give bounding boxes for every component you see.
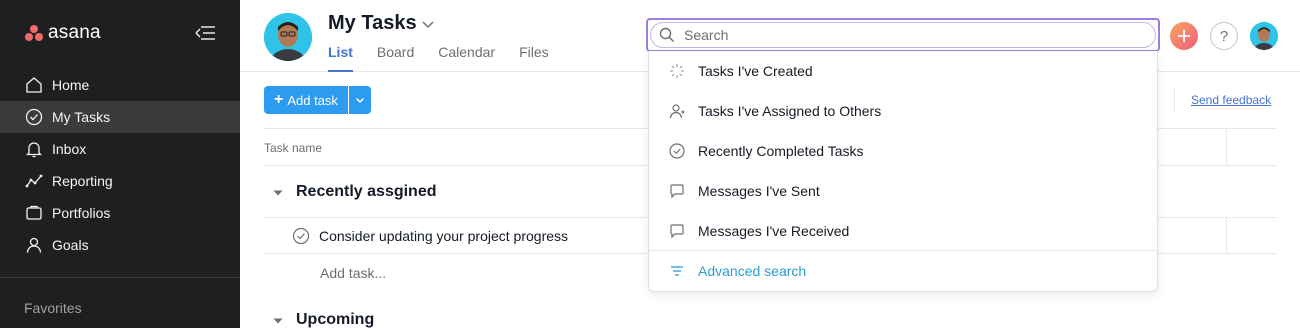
view-tabs: List Board Calendar Files	[328, 44, 573, 72]
search-option-tasks-created[interactable]: Tasks I've Created	[649, 51, 1159, 91]
add-task-inline[interactable]: Add task...	[320, 265, 386, 281]
logo-text: asana	[48, 22, 101, 43]
section-title-recently-assigned[interactable]: Recently assgined	[296, 183, 437, 201]
add-task-label: Add task	[287, 92, 338, 108]
search-dropdown: Tasks I've Created Tasks I've Assigned t…	[648, 51, 1159, 292]
search-option-label: Messages I've Sent	[698, 183, 820, 199]
check-circle-icon	[24, 107, 44, 127]
speech-bubble-icon	[668, 182, 686, 200]
sidebar-divider	[0, 277, 240, 278]
sidebar-item-label: Inbox	[52, 141, 87, 157]
search-input[interactable]	[684, 27, 1104, 43]
send-feedback-link[interactable]: Send feedback	[1191, 93, 1271, 107]
column-divider	[1226, 129, 1227, 165]
search-box[interactable]	[646, 18, 1160, 52]
plus-icon: +	[274, 91, 284, 108]
section-title-upcoming[interactable]: Upcoming	[296, 311, 374, 328]
home-icon	[24, 75, 44, 95]
chevron-down-icon	[355, 97, 365, 104]
search-option-label: Tasks I've Assigned to Others	[698, 103, 882, 119]
section-collapse-caret-icon[interactable]	[272, 186, 284, 198]
account-avatar[interactable]	[1250, 22, 1278, 50]
advanced-search-link[interactable]: Advanced search	[649, 251, 1159, 291]
tab-list[interactable]: List	[328, 44, 353, 72]
sidebar-item-portfolios[interactable]: Portfolios	[0, 197, 240, 229]
search-option-recently-completed[interactable]: Recently Completed Tasks	[649, 131, 1159, 171]
page-title: My Tasks	[328, 12, 417, 34]
add-task-dropdown-button[interactable]	[349, 86, 371, 114]
toolbar-divider	[1174, 88, 1175, 112]
tab-board[interactable]: Board	[377, 44, 414, 72]
tab-files[interactable]: Files	[519, 44, 549, 72]
filter-icon	[668, 262, 686, 280]
speech-bubble-icon	[668, 222, 686, 240]
search-icon	[658, 26, 676, 44]
spinner-icon	[668, 62, 686, 80]
sidebar-item-label: My Tasks	[52, 109, 111, 125]
section-collapse-caret-icon[interactable]	[272, 314, 284, 326]
quick-add-button[interactable]	[1170, 22, 1198, 50]
sidebar-item-label: Home	[52, 77, 90, 93]
sidebar-item-reporting[interactable]: Reporting	[0, 165, 240, 197]
asana-logo-icon	[24, 25, 44, 41]
sidebar-item-label: Portfolios	[52, 205, 111, 221]
person-icon	[24, 235, 44, 255]
help-button[interactable]: ?	[1210, 22, 1238, 50]
search-option-tasks-assigned-to-others[interactable]: Tasks I've Assigned to Others	[649, 91, 1159, 131]
chevron-down-icon[interactable]	[420, 16, 436, 32]
user-avatar	[264, 13, 312, 61]
search-option-label: Messages I've Received	[698, 223, 850, 239]
search-option-label: Recently Completed Tasks	[698, 143, 864, 159]
chart-line-icon	[24, 171, 44, 191]
search-field	[650, 22, 1156, 48]
task-complete-checkbox-icon[interactable]	[292, 227, 310, 245]
asana-logo[interactable]: asana	[24, 22, 101, 44]
sidebar-item-inbox[interactable]: Inbox	[0, 133, 240, 165]
sidebar-item-my-tasks[interactable]: My Tasks	[0, 101, 240, 133]
task-name[interactable]: Consider updating your project progress	[319, 228, 568, 244]
column-header-task-name[interactable]: Task name	[264, 141, 322, 155]
person-assign-icon	[668, 102, 686, 120]
sidebar: asana Home My Tasks Inbox Reporting Port…	[0, 0, 240, 328]
add-task-button[interactable]: + Add task	[264, 86, 348, 114]
plus-icon	[1178, 30, 1190, 42]
folder-icon	[24, 203, 44, 223]
search-option-label: Tasks I've Created	[698, 63, 813, 79]
search-option-messages-sent[interactable]: Messages I've Sent	[649, 171, 1159, 211]
sidebar-item-goals[interactable]: Goals	[0, 229, 240, 261]
favorites-heading[interactable]: Favorites	[24, 300, 82, 316]
sidebar-item-label: Goals	[52, 237, 89, 253]
check-circle-icon	[668, 142, 686, 160]
sidebar-nav: Home My Tasks Inbox Reporting Portfolios	[0, 69, 240, 261]
search-option-messages-received[interactable]: Messages I've Received	[649, 211, 1159, 251]
sidebar-item-home[interactable]: Home	[0, 69, 240, 101]
sidebar-item-label: Reporting	[52, 173, 113, 189]
collapse-sidebar-icon[interactable]	[190, 22, 218, 44]
column-divider	[1226, 218, 1227, 253]
tab-calendar[interactable]: Calendar	[438, 44, 495, 72]
bell-icon	[24, 139, 44, 159]
advanced-search-label: Advanced search	[698, 263, 807, 279]
